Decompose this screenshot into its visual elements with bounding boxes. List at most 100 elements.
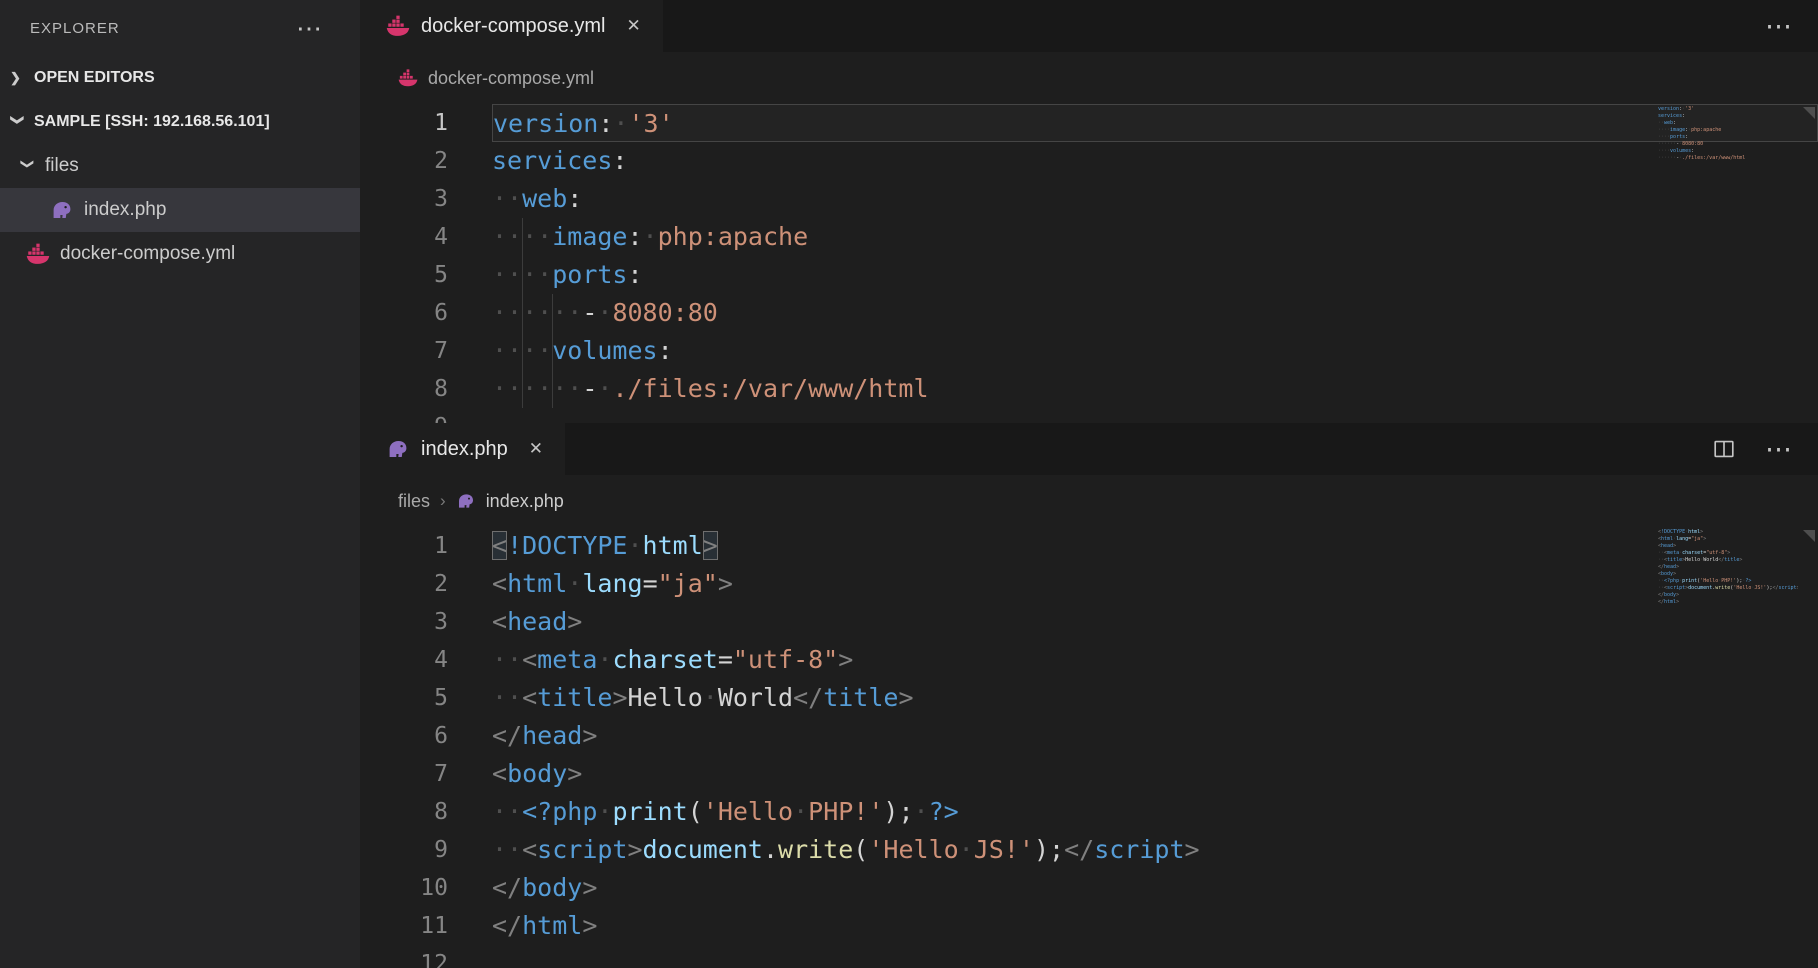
code-line[interactable]: 4····image:·php:apache xyxy=(360,218,1818,256)
code-text: <head> xyxy=(492,603,1818,641)
code-line[interactable]: 1<!DOCTYPE·html> xyxy=(360,527,1818,565)
code-line[interactable]: 12 xyxy=(360,945,1818,968)
minimap[interactable]: version:·'3'services:··web:····image:·ph… xyxy=(1658,106,1798,169)
code-text: ······-·8080:80 xyxy=(492,294,1818,332)
code-token: < xyxy=(492,531,507,560)
minimap-line: ··<script>document.write('Hello·JS!');</… xyxy=(1658,585,1798,592)
tree-item-index-php[interactable]: index.php xyxy=(0,188,360,232)
tree-item-docker-compose[interactable]: docker-compose.yml xyxy=(0,232,360,276)
code-token: html xyxy=(507,569,567,598)
breadcrumb: docker-compose.yml xyxy=(360,52,1818,104)
tree-item-files-folder[interactable]: ❯ files xyxy=(0,144,360,188)
code-line[interactable]: 1version:·'3' xyxy=(360,104,1818,142)
indent-guide xyxy=(552,294,553,408)
minimap-line xyxy=(1658,606,1798,613)
breadcrumb-separator-icon: › xyxy=(440,491,446,511)
tab-label: index.php xyxy=(421,438,508,461)
code-token: > xyxy=(582,911,597,940)
breadcrumb: files › index.php xyxy=(360,475,1818,527)
tab-strip: docker-compose.yml ✕ ⋯ xyxy=(360,0,1818,52)
minimap-line xyxy=(1658,162,1798,169)
minimap-line: </html> xyxy=(1658,599,1798,606)
code-line[interactable]: 9 xyxy=(360,408,1818,423)
line-number: 9 xyxy=(360,831,448,869)
code-token: volumes xyxy=(552,336,657,365)
code-token: title xyxy=(823,683,898,712)
code-token: : xyxy=(612,146,627,175)
code-lines: 1<!DOCTYPE·html>2<html·lang="ja">3<head>… xyxy=(360,527,1818,968)
more-actions-icon[interactable]: ⋯ xyxy=(1765,13,1792,40)
code-editor-docker-compose[interactable]: 1version:·'3'2services:3··web:4····image… xyxy=(360,104,1818,423)
code-token: ports xyxy=(552,260,627,289)
open-editors-label: OPEN EDITORS xyxy=(34,69,155,87)
code-token: 8080:80 xyxy=(612,298,717,327)
explorer-title: EXPLORER xyxy=(30,20,120,37)
minimap-line: ····volumes: xyxy=(1658,148,1798,155)
tab-index-php[interactable]: index.php ✕ xyxy=(360,423,565,475)
open-editors-section-header[interactable]: ❯ OPEN EDITORS xyxy=(0,56,360,100)
code-token: > xyxy=(612,683,627,712)
breadcrumb-item-file[interactable]: index.php xyxy=(486,491,564,512)
code-token: > xyxy=(567,607,582,636)
code-token: 'Hello xyxy=(703,797,793,826)
editor-area: docker-compose.yml ✕ ⋯ docker-compose.ym… xyxy=(360,0,1818,968)
tab-docker-compose-yml[interactable]: docker-compose.yml ✕ xyxy=(360,0,663,52)
code-line[interactable]: 5··<title>Hello·World</title> xyxy=(360,679,1818,717)
minimap-line: </head> xyxy=(1658,564,1798,571)
code-line[interactable]: 7<body> xyxy=(360,755,1818,793)
line-number: 8 xyxy=(360,370,448,408)
code-line[interactable]: 10 </body> xyxy=(360,869,1818,907)
workspace-root-section-header[interactable]: ❯ SAMPLE [SSH: 192.168.56.101] xyxy=(0,100,360,144)
code-token: > xyxy=(1185,835,1200,864)
code-line[interactable]: 7····volumes: xyxy=(360,332,1818,370)
code-token: ; xyxy=(898,797,913,826)
code-token: print xyxy=(612,797,687,826)
code-token: · xyxy=(613,109,628,138)
code-token: JS!' xyxy=(974,835,1034,864)
code-line[interactable]: 3··web: xyxy=(360,180,1818,218)
code-line[interactable]: 8······-·./files:/var/www/html xyxy=(360,370,1818,408)
breadcrumb-item-file[interactable]: docker-compose.yml xyxy=(428,68,594,89)
code-token: · xyxy=(793,797,808,826)
code-token: </ xyxy=(492,873,522,902)
code-text: ····volumes: xyxy=(492,332,1818,370)
close-icon[interactable]: ✕ xyxy=(529,439,543,459)
code-line[interactable]: 2<html·lang="ja"> xyxy=(360,565,1818,603)
explorer-more-icon[interactable]: ⋯ xyxy=(296,15,322,41)
code-token: head xyxy=(522,721,582,750)
minimap-line: ····image:·php:apache xyxy=(1658,127,1798,134)
code-line[interactable]: 3 <head> xyxy=(360,603,1818,641)
code-line[interactable]: 2services: xyxy=(360,142,1818,180)
code-token: </ xyxy=(793,683,823,712)
code-editor-index-php[interactable]: 1<!DOCTYPE·html>2<html·lang="ja">3<head>… xyxy=(360,527,1818,968)
chevron-right-icon: ❯ xyxy=(10,70,25,86)
code-token: · xyxy=(643,222,658,251)
code-line[interactable]: 9··<script>document.write('Hello·JS!');<… xyxy=(360,831,1818,869)
breadcrumb-item-folder[interactable]: files xyxy=(398,491,430,512)
code-token: < xyxy=(522,683,537,712)
minimap-line: services: xyxy=(1658,113,1798,120)
code-text: </body> xyxy=(492,869,1818,907)
line-number: 3 xyxy=(360,603,448,641)
code-line[interactable]: 5····ports: xyxy=(360,256,1818,294)
minimap[interactable]: <!DOCTYPE·html><html·lang="ja"><head>··<… xyxy=(1658,529,1798,613)
code-text: ··<?php·print('Hello·PHP!');·?> xyxy=(492,793,1818,831)
chevron-down-icon: ❯ xyxy=(10,115,26,130)
line-number: 9 xyxy=(360,408,448,423)
close-icon[interactable]: ✕ xyxy=(627,16,641,36)
more-actions-icon[interactable]: ⋯ xyxy=(1765,436,1792,463)
minimap-line: ······-·8080:80 xyxy=(1658,141,1798,148)
code-line[interactable]: 8··<?php·print('Hello·PHP!');·?> xyxy=(360,793,1818,831)
code-token: php:apache xyxy=(658,222,809,251)
code-line[interactable]: 6</head> xyxy=(360,717,1818,755)
line-number: 10 xyxy=(360,869,448,907)
split-editor-icon[interactable] xyxy=(1713,438,1735,460)
code-line[interactable]: 4··<meta·charset="utf-8"> xyxy=(360,641,1818,679)
line-number: 3 xyxy=(360,180,448,218)
code-text: </html> xyxy=(492,907,1818,945)
code-line[interactable]: 6······-·8080:80 xyxy=(360,294,1818,332)
explorer-header: EXPLORER ⋯ xyxy=(0,0,360,56)
code-line[interactable]: 11</html> xyxy=(360,907,1818,945)
minimap-line: ····ports: xyxy=(1658,134,1798,141)
code-token: image xyxy=(552,222,627,251)
